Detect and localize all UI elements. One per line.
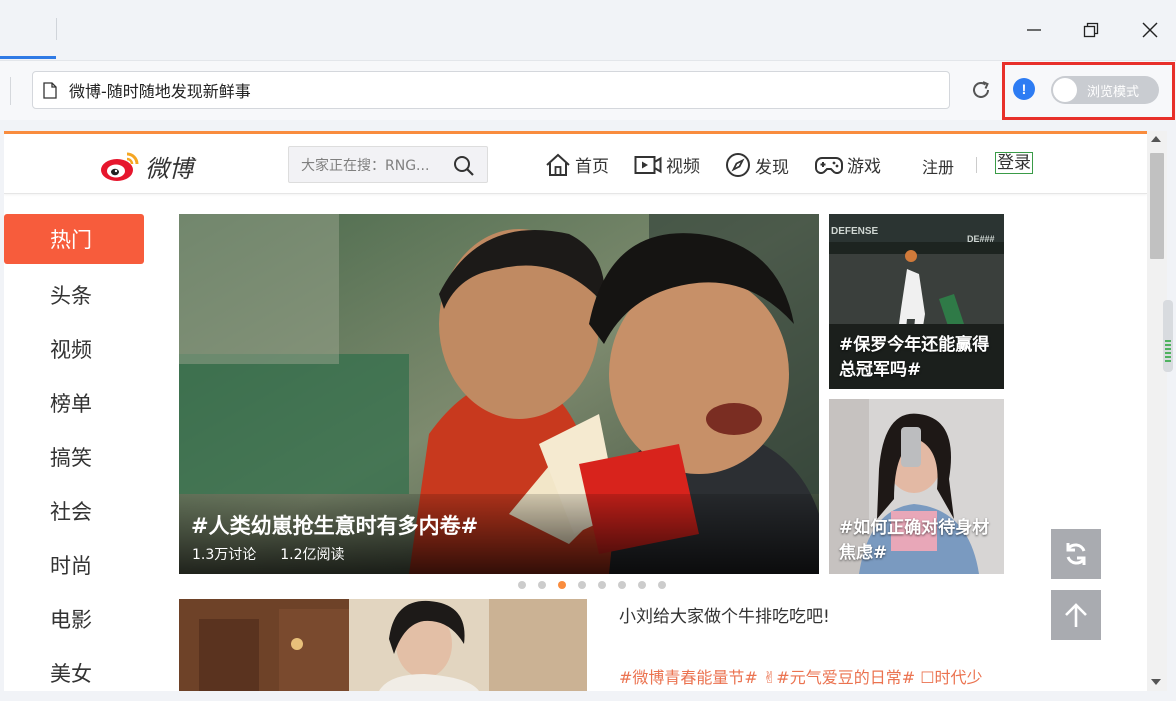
sidebar-item-rankings[interactable]: 榜单 — [4, 376, 144, 430]
tab-separator — [56, 18, 57, 40]
svg-text:DEFENSE: DEFENSE — [831, 226, 879, 237]
search-icon[interactable] — [453, 155, 475, 177]
handle-grip — [1165, 356, 1171, 358]
post-thumbnail[interactable] — [179, 599, 587, 691]
sidebar-item-movies[interactable]: 电影 — [4, 592, 144, 646]
category-sidebar: 热门 头条 视频 榜单 搞笑 社会 时尚 电影 美女 — [4, 214, 144, 691]
reload-button[interactable] — [966, 75, 996, 105]
address-bar[interactable]: 微博-随时随地发现新鲜事 — [32, 71, 950, 109]
hero-stats: 1.3万讨论 1.2亿阅读 — [192, 544, 345, 564]
hero-banner[interactable]: #人类幼崽抢生意时有多内卷# 1.3万讨论 1.2亿阅读 — [179, 214, 819, 574]
page-viewport: 微博 大家正在搜：RNG... 首页 视频 发现 游戏 注册 登录 热门 头条 … — [4, 131, 1147, 691]
register-login-separator — [976, 157, 977, 173]
toggle-knob — [1053, 78, 1077, 102]
reload-icon — [973, 81, 989, 98]
gamepad-icon — [815, 156, 843, 174]
refresh-feed-button[interactable] — [1051, 529, 1101, 579]
back-to-top-button[interactable] — [1051, 590, 1101, 640]
restore-button[interactable] — [1073, 12, 1109, 48]
sidebar-item-headlines[interactable]: 头条 — [4, 268, 144, 322]
carousel-dot[interactable] — [658, 581, 666, 589]
handle-grip — [1165, 348, 1171, 350]
search-placeholder: 大家正在搜：RNG... — [301, 157, 430, 174]
post-tags[interactable]: #微博青春能量节# ✌#元气爱豆的日常# ☐时代少 — [619, 664, 983, 688]
weibo-header: 微博 大家正在搜：RNG... 首页 视频 发现 游戏 注册 登录 — [4, 134, 1147, 194]
hero-discussions: 1.3万讨论 — [192, 547, 257, 563]
home-icon — [546, 153, 570, 176]
sidebar-item-video[interactable]: 视频 — [4, 322, 144, 376]
close-button[interactable] — [1132, 12, 1168, 48]
browse-mode-label: 浏览模式 — [1087, 85, 1140, 100]
nav-video[interactable]: 视频 — [634, 152, 700, 177]
login-link[interactable]: 登录 — [995, 152, 1033, 174]
handle-grip — [1165, 360, 1171, 362]
scroll-thumb[interactable] — [1150, 153, 1164, 259]
address-text: 微博-随时随地发现新鲜事 — [69, 82, 251, 101]
active-tab-indicator[interactable] — [0, 56, 56, 59]
browser-window: 微博-随时随地发现新鲜事 ! 浏览模式 微博 大家正在搜：RNG... 首页 视… — [0, 0, 1176, 701]
refresh-icon — [1066, 543, 1086, 565]
nav-home-label: 首页 — [575, 157, 609, 177]
close-icon — [1142, 22, 1158, 38]
post-image — [179, 599, 587, 691]
minimize-icon — [1027, 29, 1041, 31]
compass-icon — [726, 153, 750, 177]
hero-reads: 1.2亿阅读 — [280, 547, 345, 563]
scroll-up-arrow-icon[interactable] — [1151, 136, 1161, 142]
browser-toolbar: 微博-随时随地发现新鲜事 ! 浏览模式 — [0, 60, 1176, 120]
side-card-basketball-caption: #保罗今年还能赢得总冠军吗# — [839, 335, 990, 380]
sidebar-item-society[interactable]: 社会 — [4, 484, 144, 538]
arrow-up-icon — [1065, 603, 1087, 627]
carousel-dot[interactable] — [538, 581, 546, 589]
carousel-dot[interactable] — [598, 581, 606, 589]
toolbar-separator — [10, 77, 11, 105]
hero-title[interactable]: #人类幼崽抢生意时有多内卷# — [191, 510, 478, 540]
register-link[interactable]: 注册 — [922, 154, 954, 178]
minimize-button[interactable] — [1016, 12, 1052, 48]
handle-grip — [1165, 344, 1171, 346]
title-bar — [0, 0, 1176, 60]
scroll-down-arrow-icon[interactable] — [1151, 679, 1161, 685]
side-card-body-caption: #如何正确对待身材焦虑# — [839, 518, 990, 563]
search-input[interactable]: 大家正在搜：RNG... — [288, 146, 488, 183]
nav-discover[interactable]: 发现 — [725, 152, 789, 178]
nav-games-label: 游戏 — [847, 157, 881, 177]
side-panel-handle[interactable] — [1163, 300, 1173, 372]
page-scrollbar[interactable] — [1147, 131, 1167, 691]
nav-games[interactable]: 游戏 — [815, 152, 881, 177]
post-text[interactable]: 小刘给大家做个牛排吃吃吧! — [619, 602, 830, 627]
weibo-logo[interactable]: 微博 — [99, 146, 209, 186]
nav-video-label: 视频 — [666, 157, 700, 177]
handle-grip — [1165, 340, 1171, 342]
restore-icon — [1083, 22, 1099, 38]
carousel-dot[interactable] — [578, 581, 586, 589]
weibo-logo-icon — [101, 152, 139, 181]
sidebar-item-fashion[interactable]: 时尚 — [4, 538, 144, 592]
svg-text:DE###: DE### — [967, 234, 995, 244]
video-icon — [634, 155, 662, 174]
carousel-dot[interactable] — [518, 581, 526, 589]
carousel-dot-active[interactable] — [558, 581, 566, 589]
sidebar-item-beauty[interactable]: 美女 — [4, 646, 144, 691]
nav-discover-label: 发现 — [755, 157, 789, 178]
carousel-indicators — [518, 581, 666, 589]
side-card-basketball[interactable]: DEFENSE DE### #保罗今年还能赢得总冠军吗# — [829, 214, 1004, 389]
sidebar-item-funny[interactable]: 搞笑 — [4, 430, 144, 484]
handle-grip — [1165, 352, 1171, 354]
browse-mode-toggle[interactable]: 浏览模式 — [1051, 76, 1159, 104]
carousel-dot[interactable] — [618, 581, 626, 589]
page-icon — [41, 81, 59, 99]
info-icon[interactable]: ! — [1013, 78, 1035, 100]
carousel-dot[interactable] — [638, 581, 646, 589]
weibo-logo-text: 微博 — [145, 154, 193, 183]
side-card-body[interactable]: #如何正确对待身材焦虑# — [829, 399, 1004, 574]
nav-home[interactable]: 首页 — [545, 152, 609, 177]
sidebar-item-hot[interactable]: 热门 — [4, 214, 144, 264]
